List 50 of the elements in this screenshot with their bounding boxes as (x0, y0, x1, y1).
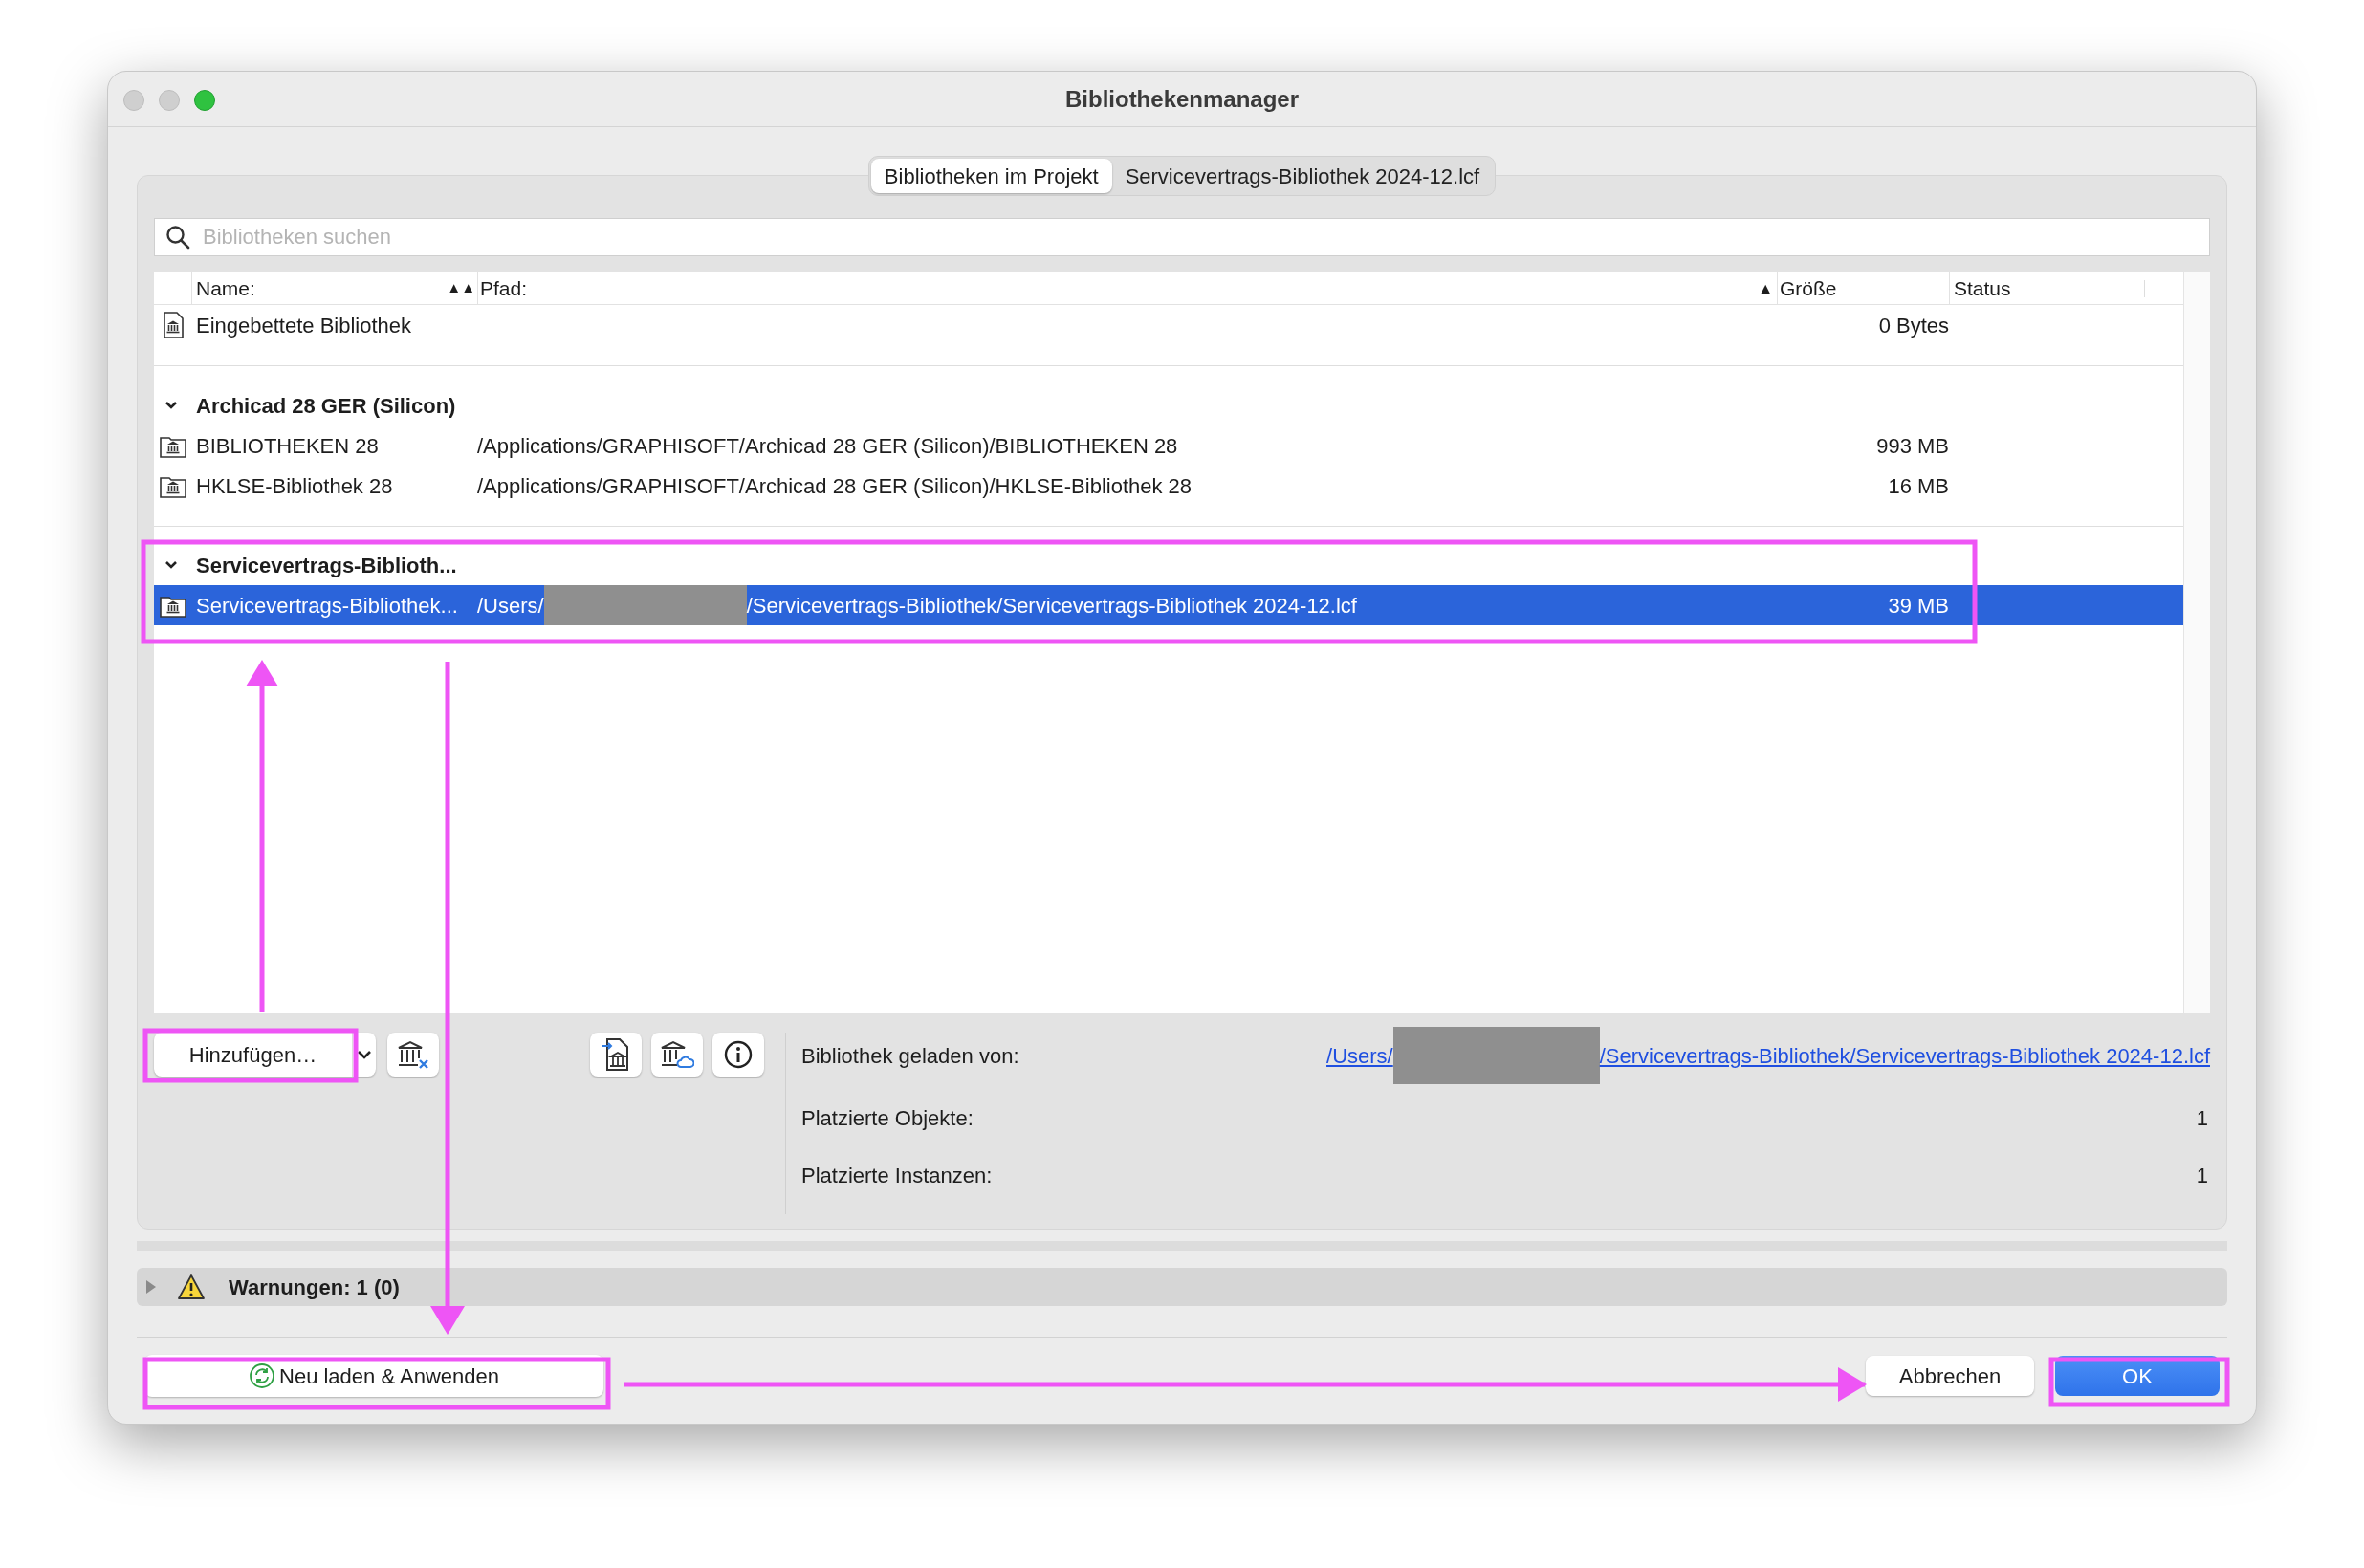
group-header[interactable]: Servicevertrags-Biblioth... (196, 549, 457, 581)
column-header[interactable]: Name: (196, 272, 255, 304)
cancel-button[interactable]: Abbrechen (1866, 1356, 2034, 1396)
column-header[interactable]: Pfad: (480, 272, 528, 304)
info-value: 1 (2196, 1104, 2208, 1132)
info-icon (723, 1039, 754, 1070)
size-cell-text: 39 MB (1887, 592, 1949, 620)
sort-indicator[interactable]: ▲ (1758, 276, 1773, 300)
info-button[interactable] (712, 1033, 764, 1077)
tab[interactable]: Servicevertrags-Bibliothek 2024-12.lcf (1111, 159, 1494, 193)
tab[interactable]: Bibliotheken im Projekt (870, 159, 1112, 193)
path-text: /Users/ (477, 592, 544, 620)
column-header[interactable]: Größe (1780, 272, 1837, 304)
table-row[interactable]: Eingebettete Bibliothek 0 Bytes (154, 305, 2183, 345)
building-cloud-icon (660, 1039, 694, 1070)
remove-library-button[interactable] (387, 1033, 439, 1077)
file-building-icon (602, 1037, 630, 1072)
path-text: /Servicevertrags-Bibliothek/Servicevertrags-Bibliothek 2024-12.lcf (746, 592, 1357, 620)
cloud-library-button[interactable] (651, 1033, 703, 1077)
path-text: /Applications/GRAPHISOFT/Archicad 28 GER (Silicon)/BIBLIOTHEKEN 28 (477, 432, 1178, 460)
window-title: Bibliothekenmanager (1064, 84, 1300, 114)
group-header[interactable]: Archicad 28 GER (Silicon) (196, 389, 456, 422)
table-row[interactable]: BIBLIOTHEKEN 28 /Applications/GRAPHISOFT/Archicad 28 GER (Silicon)/BIBLIOTHEKEN 28 993 MB (154, 425, 2183, 466)
path-link[interactable]: /Servicevertrags-Bibliothek/Servicevertrags-Bibliothek 2024-12.lcf (1599, 1039, 2210, 1072)
info-label: Platzierte Instanzen: (801, 1162, 993, 1189)
name-cell-text: BIBLIOTHEKEN 28 (195, 432, 380, 460)
search-field[interactable]: Bibliotheken suchen (154, 218, 2210, 256)
building-remove-icon (397, 1039, 429, 1070)
table-row[interactable]: HKLSE-Bibliothek 28 /Applications/GRAPHISOFT/Archicad 28 GER (Silicon)/HKLSE-Bibliothek 28 16 MB (154, 466, 2183, 506)
warnings-bar[interactable]: Warnungen: 1 (0) (137, 1268, 2227, 1306)
info-label: Platzierte Objekte: (801, 1104, 974, 1132)
refresh-icon (249, 1362, 275, 1389)
warnings-label: Warnungen: 1 (0) (229, 1274, 400, 1301)
name-cell-text: Eingebettete Bibliothek (195, 312, 413, 339)
sort-indicator[interactable]: ▲▲ (447, 277, 475, 299)
size-cell-text: 993 MB (1875, 432, 1949, 460)
table-row[interactable]: Servicevertrags-Bibliothek... /Users/ /Servicevertrags-Bibliothek/Servicevertrags-Bibliothek 2024-12.lcf 39 MB (154, 585, 2183, 625)
warning-icon (177, 1274, 206, 1300)
search-icon (165, 225, 190, 250)
column-header[interactable]: Status (1954, 272, 2011, 304)
name-cell-text: Servicevertrags-Bibliothek... (195, 592, 459, 620)
name-cell-text: HKLSE-Bibliothek 28 (195, 472, 394, 500)
size-cell-text: 16 MB (1887, 472, 1949, 500)
import-library-button[interactable] (590, 1033, 642, 1077)
info-label: Bibliothek geladen von: (801, 1042, 1019, 1070)
path-text: /Applications/GRAPHISOFT/Archicad 28 GER (Silicon)/HKLSE-Bibliothek 28 (477, 472, 1193, 500)
size-cell-text: 0 Bytes (1877, 312, 1949, 339)
path-link[interactable]: /Users/ (1326, 1039, 1393, 1072)
info-value: 1 (2196, 1162, 2208, 1189)
reload-apply-button[interactable]: Neu laden & Anwenden (144, 1355, 603, 1397)
